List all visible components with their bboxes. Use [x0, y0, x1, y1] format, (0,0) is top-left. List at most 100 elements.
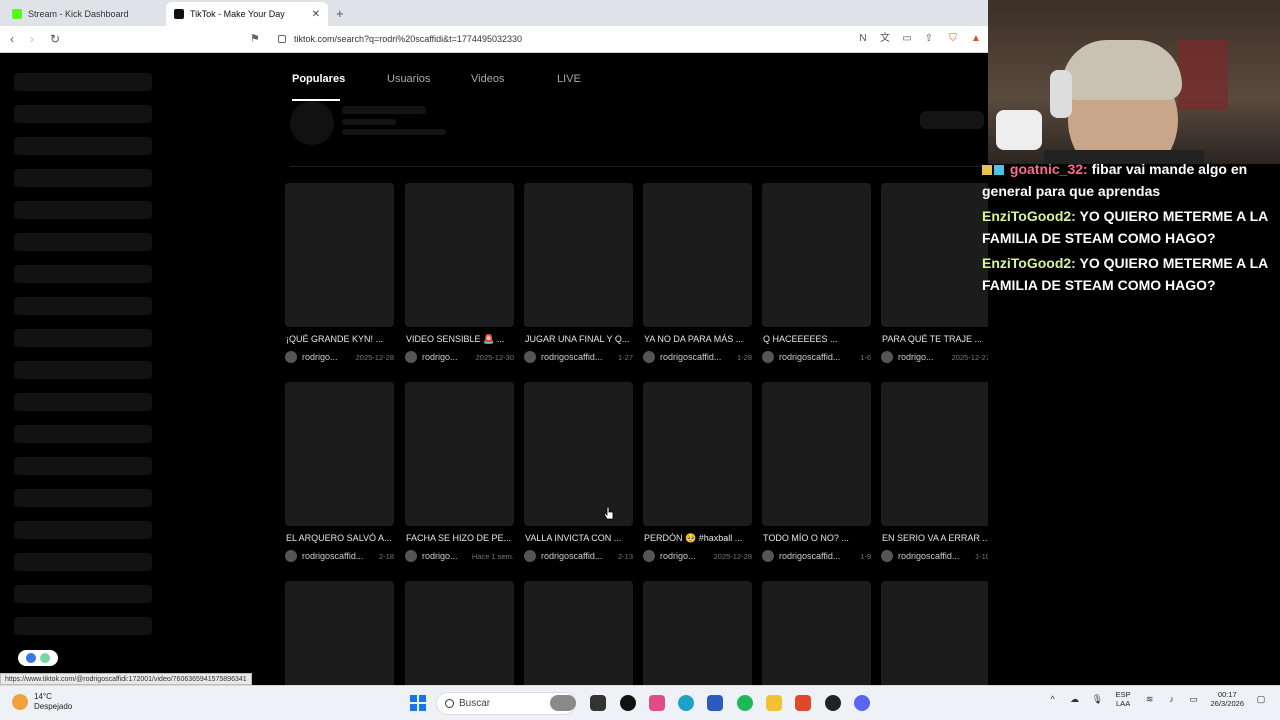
video-thumbnail[interactable]	[285, 183, 394, 327]
video-caption[interactable]: EL ARQUERO SALVÓ A...	[285, 533, 394, 545]
video-thumbnail[interactable]	[762, 581, 871, 685]
video-card[interactable]: FACHA SE HIZO DE PE... rodrigo... Hace 1 s…	[405, 382, 514, 562]
wifi-icon[interactable]: ≋	[1145, 694, 1155, 704]
back-icon[interactable]: ‹	[10, 32, 14, 46]
discord-icon[interactable]	[854, 695, 870, 711]
video-username[interactable]: rodrigo...	[422, 352, 472, 362]
video-card[interactable]: TODO MÍO O NO? ... rodrigoscaffid... 1-9	[762, 382, 871, 562]
cast-icon[interactable]: ▭	[901, 33, 913, 45]
brave-icon[interactable]	[795, 695, 811, 711]
video-card[interactable]: VALLA INVICTA CON ... rodrigoscaffid... 2-…	[524, 382, 633, 562]
windows-start-icon[interactable]	[410, 695, 426, 711]
avatar[interactable]	[762, 351, 774, 363]
video-thumbnail[interactable]	[881, 382, 988, 526]
video-caption[interactable]: EN SERIO VA A ERRAR ...	[881, 533, 988, 545]
video-caption[interactable]: Q HACEEEEES ...	[762, 334, 871, 346]
video-card[interactable]: Q HACEEEEES ... rodrigoscaffid... 1-6	[762, 183, 871, 363]
tab-live[interactable]: LIVE	[557, 71, 597, 93]
edge-icon[interactable]	[678, 695, 694, 711]
avatar[interactable]	[881, 550, 893, 562]
store-icon[interactable]	[707, 695, 723, 711]
clock[interactable]: 00:17 26/3/2026	[1211, 690, 1244, 708]
video-username[interactable]: rodrigoscaffid...	[779, 551, 856, 561]
video-username[interactable]: rodrigoscaffid...	[898, 551, 971, 561]
tab-videos[interactable]: Videos	[471, 71, 557, 93]
reload-icon[interactable]: ↻	[50, 32, 60, 46]
video-card[interactable]: EL ARQUERO SALVÓ A... rodrigoscaffid... 2-…	[285, 382, 394, 562]
floating-widget[interactable]	[18, 650, 58, 666]
new-tab-icon[interactable]: +	[336, 6, 344, 21]
video-caption[interactable]: PERDÓN 🥺 #haxball ...	[643, 533, 752, 545]
avatar[interactable]	[524, 550, 536, 562]
video-thumbnail[interactable]	[643, 581, 752, 685]
video-thumbnail[interactable]	[524, 183, 633, 327]
video-username[interactable]: rodrigo...	[422, 551, 468, 561]
battery-icon[interactable]: ▭	[1189, 694, 1199, 704]
tab-usuarios[interactable]: Usuarios	[387, 71, 471, 93]
video-card[interactable]	[762, 581, 871, 685]
brave-shield-icon[interactable]: ⛉	[947, 33, 959, 45]
video-thumbnail[interactable]	[524, 382, 633, 526]
spotify-icon[interactable]	[737, 695, 753, 711]
video-thumbnail[interactable]	[285, 382, 394, 526]
video-caption[interactable]: TODO MÍO O NO? ...	[762, 533, 871, 545]
video-username[interactable]: rodrigoscaffid...	[541, 551, 614, 561]
video-thumbnail[interactable]	[881, 581, 988, 685]
task-view-icon[interactable]	[590, 695, 606, 711]
obs-icon[interactable]	[620, 695, 636, 711]
microphone-icon[interactable]: 🎙	[1092, 694, 1103, 704]
video-thumbnail[interactable]	[762, 183, 871, 327]
file-explorer-icon[interactable]	[766, 695, 782, 711]
video-card[interactable]	[285, 581, 394, 685]
avatar[interactable]	[881, 351, 893, 363]
video-card[interactable]	[524, 581, 633, 685]
video-thumbnail[interactable]	[524, 581, 633, 685]
video-caption[interactable]: YA NO DA PARA MÁS ...	[643, 334, 752, 346]
video-card[interactable]: JUGAR UNA FINAL Y Q... rodrigoscaffid... 1…	[524, 183, 633, 363]
video-thumbnail[interactable]	[881, 183, 988, 327]
video-username[interactable]: rodrigoscaffid...	[660, 352, 733, 362]
video-caption[interactable]: VALLA INVICTA CON ...	[524, 533, 633, 545]
cloud-icon[interactable]: ☁	[1070, 694, 1080, 704]
video-username[interactable]: rodrigo...	[898, 352, 948, 362]
weather-widget[interactable]: 14°C Despejado	[12, 692, 72, 712]
app-icon[interactable]	[825, 695, 841, 711]
address-bar[interactable]: tiktok.com/search?q=rodri%20scaffidi&t=1…	[270, 30, 850, 49]
video-card[interactable]: ¡QUÉ GRANDE KYN! ... rodrigo... 2025-12-28	[285, 183, 394, 363]
notification-icon[interactable]: ▢	[1256, 694, 1266, 704]
translate-icon[interactable]: 文	[879, 33, 891, 45]
volume-icon[interactable]: ♪	[1167, 694, 1177, 704]
close-icon[interactable]: ✕	[312, 9, 320, 20]
tab-populares[interactable]: Populares	[292, 71, 362, 101]
bookmark-icon[interactable]: ⚑	[250, 32, 260, 45]
video-card[interactable]: YA NO DA PARA MÁS ... rodrigoscaffid... 1-…	[643, 183, 752, 363]
avatar[interactable]	[762, 550, 774, 562]
share-icon[interactable]: ⇧	[923, 33, 935, 45]
avatar[interactable]	[643, 351, 655, 363]
language-indicator[interactable]: ESP LAA	[1116, 690, 1131, 708]
video-card[interactable]: PERDÓN 🥺 #haxball ... rodrigo... 2025-12-2…	[643, 382, 752, 562]
rewards-icon[interactable]: ▲	[970, 33, 982, 45]
video-card[interactable]: PARA QUÉ TE TRAJE ... rodrigo... 2025-12-2…	[881, 183, 988, 363]
video-caption[interactable]: FACHA SE HIZO DE PE...	[405, 533, 514, 545]
video-username[interactable]: rodrigoscaffid...	[302, 551, 375, 561]
video-caption[interactable]: JUGAR UNA FINAL Y Q...	[524, 334, 633, 346]
video-card[interactable]	[881, 581, 988, 685]
video-card[interactable]: VIDEO SENSIBLE 🚨 ... rodrigo... 2025-12-30	[405, 183, 514, 363]
tab-kick-dashboard[interactable]: Stream - Kick Dashboard	[4, 2, 166, 26]
video-thumbnail[interactable]	[643, 382, 752, 526]
video-thumbnail[interactable]	[285, 581, 394, 685]
video-caption[interactable]: ¡QUÉ GRANDE KYN! ...	[285, 334, 394, 346]
copilot-icon[interactable]	[649, 695, 665, 711]
avatar[interactable]	[405, 351, 417, 363]
video-caption[interactable]: VIDEO SENSIBLE 🚨 ...	[405, 334, 514, 346]
tab-tiktok[interactable]: TikTok - Make Your Day ✕	[166, 2, 328, 26]
video-thumbnail[interactable]	[643, 183, 752, 327]
video-thumbnail[interactable]	[405, 581, 514, 685]
chevron-up-icon[interactable]: ^	[1048, 694, 1058, 704]
video-card[interactable]	[643, 581, 752, 685]
video-username[interactable]: rodrigoscaffid...	[779, 352, 856, 362]
forward-icon[interactable]: ›	[30, 32, 34, 46]
video-caption[interactable]: PARA QUÉ TE TRAJE ...	[881, 334, 988, 346]
video-card[interactable]: EN SERIO VA A ERRAR ... rodrigoscaffid...…	[881, 382, 988, 562]
